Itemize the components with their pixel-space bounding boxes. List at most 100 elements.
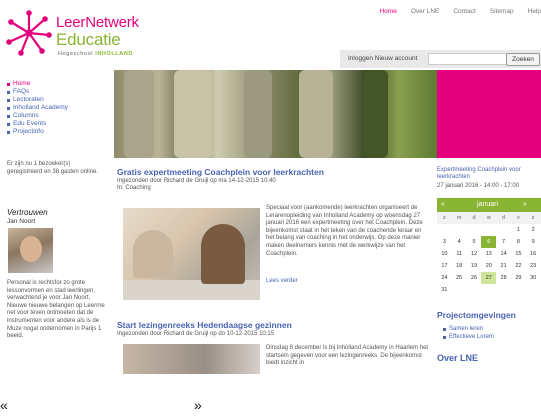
- calendar-day[interactable]: 3: [437, 236, 452, 248]
- article-title[interactable]: Gratis expertmeeting Coachplein voor lee…: [117, 167, 324, 177]
- calendar-day: [496, 284, 511, 296]
- calendar-day[interactable]: 4: [452, 236, 467, 248]
- article-body: Speciaal voor (aankomende) leerkrachten …: [266, 205, 423, 257]
- sidebar-item-columns[interactable]: Columns: [7, 112, 107, 120]
- calendar-day[interactable]: 25: [452, 272, 467, 284]
- search-input[interactable]: [428, 53, 508, 65]
- pager-next-button[interactable]: »: [194, 397, 202, 413]
- calendar-day[interactable]: 27: [481, 272, 497, 284]
- calendar-day[interactable]: 2: [526, 224, 541, 236]
- article-title-2[interactable]: Start lezingenreeks Hedendaagse gezinnen: [117, 320, 292, 330]
- calendar-day[interactable]: 18: [452, 260, 467, 272]
- calendar-weekday: v: [510, 212, 526, 224]
- projects-list: Samen leren Effectieve Lorem: [443, 325, 494, 341]
- calendar-day[interactable]: 22: [511, 260, 526, 272]
- calendar-grid: z m d w d v z 1 2 3 4 5 6 7 8 9 10 11 12 13 14 15 16 17 18 19 20 21…: [437, 212, 541, 296]
- calendar-day[interactable]: 7: [496, 236, 511, 248]
- article-category[interactable]: In: Coaching: [117, 185, 337, 192]
- calendar-day[interactable]: 8: [511, 236, 526, 248]
- login-links[interactable]: Inloggen Nieuw account: [348, 55, 417, 62]
- calendar-weekday: d: [466, 212, 482, 224]
- online-users-note: Er zijn nu 1 bezoeker(s) geregistreerd e…: [7, 161, 99, 175]
- topnav-over[interactable]: Over LNE: [411, 8, 440, 15]
- event-title[interactable]: Expertmeeting Coachplein voor leerkracht…: [437, 167, 541, 181]
- calendar-header: « januari »: [437, 198, 541, 212]
- site-header: LeerNetwerk Educatie Hogeschool INHOLLAN…: [0, 0, 541, 70]
- project-item[interactable]: Effectieve Lorem: [443, 333, 494, 341]
- sidebar-menu: Home FAQs Lectoraten Inholland Academy C…: [7, 80, 107, 136]
- column-excerpt: Personal is rechtsfor zo grote lessonvor…: [7, 280, 105, 340]
- article-body-2: Dinsdag 8 december is bij Inholland Acad…: [266, 345, 429, 367]
- calendar-weekday: w: [481, 212, 497, 224]
- calendar-day[interactable]: 16: [526, 248, 541, 260]
- calendar-day: [452, 284, 467, 296]
- hero-banner: [114, 70, 437, 158]
- top-navigation: Home Over LNE Contact Sitemap Help: [379, 8, 541, 15]
- calendar-day[interactable]: 31: [437, 284, 452, 296]
- calendar-day: [481, 224, 496, 236]
- calendar-day[interactable]: 29: [511, 272, 526, 284]
- sidebar-item-projectinfo[interactable]: Projectinfo: [7, 128, 107, 136]
- logo-tagline: Hogeschool INHOLLAND: [58, 51, 133, 57]
- about-heading[interactable]: Over LNE: [437, 353, 478, 363]
- calendar-day: [526, 284, 541, 296]
- read-more-link[interactable]: Lees verder: [266, 278, 298, 284]
- article-meta-2: Ingezonden door Richard de Gruijl op do …: [117, 331, 275, 337]
- search-button[interactable]: Zoeken: [506, 53, 540, 66]
- calendar-day[interactable]: 5: [467, 236, 482, 248]
- pager-prev-button[interactable]: «: [0, 397, 8, 413]
- calendar-day[interactable]: 6: [481, 236, 497, 248]
- column-heading: Vertrouwen: [7, 208, 48, 217]
- sidebar-item-academy[interactable]: Inholland Academy: [7, 104, 107, 112]
- calendar-day[interactable]: 14: [496, 248, 511, 260]
- calendar-prev-button[interactable]: «: [441, 201, 445, 208]
- calendar-day[interactable]: 9: [526, 236, 541, 248]
- calendar-day[interactable]: 15: [511, 248, 526, 260]
- article-meta: Ingezonden door Richard de Gruijl op ma …: [117, 178, 337, 192]
- calendar-day[interactable]: 20: [481, 260, 496, 272]
- topnav-contact[interactable]: Contact: [453, 8, 475, 15]
- calendar-day[interactable]: 12: [467, 248, 482, 260]
- calendar-day[interactable]: 21: [496, 260, 511, 272]
- calendar-day: [496, 224, 511, 236]
- calendar-day: [467, 224, 482, 236]
- topnav-help[interactable]: Help: [528, 8, 541, 15]
- column-author[interactable]: Jan Noort: [7, 218, 35, 225]
- calendar: « januari » z m d w d v z 1 2 3 4 5 6 7 8 9 10 11 12 13 14 15…: [437, 198, 541, 296]
- calendar-weekday: m: [451, 212, 467, 224]
- calendar-day[interactable]: 13: [481, 248, 496, 260]
- calendar-day: [452, 224, 467, 236]
- calendar-day: [437, 224, 452, 236]
- calendar-day[interactable]: 23: [526, 260, 541, 272]
- calendar-day[interactable]: 1: [511, 224, 526, 236]
- calendar-day: [511, 284, 526, 296]
- event-date: 27 januari 2016 - 14:00 - 17:00: [437, 183, 520, 189]
- calendar-month: januari: [477, 201, 499, 208]
- author-photo: [8, 228, 53, 273]
- project-item[interactable]: Samen leren: [443, 325, 494, 333]
- calendar-day[interactable]: 24: [437, 272, 452, 284]
- calendar-day[interactable]: 11: [452, 248, 467, 260]
- site-logo[interactable]: LeerNetwerk Educatie Hogeschool INHOLLAN…: [6, 10, 156, 64]
- article-image[interactable]: [123, 208, 260, 300]
- sidebar-item-home[interactable]: Home: [7, 80, 107, 88]
- sidebar-item-events[interactable]: Edu Events: [7, 120, 107, 128]
- calendar-day: [481, 284, 496, 296]
- sidebar-item-lectoraten[interactable]: Lectoraten: [7, 96, 107, 104]
- topnav-sitemap[interactable]: Sitemap: [490, 8, 514, 15]
- projects-heading: Projectomgevingen: [437, 310, 516, 320]
- calendar-weekday: z: [437, 212, 452, 224]
- topnav-home[interactable]: Home: [379, 8, 396, 15]
- calendar-day[interactable]: 19: [467, 260, 482, 272]
- calendar-day[interactable]: 17: [437, 260, 452, 272]
- calendar-next-button[interactable]: »: [523, 201, 527, 208]
- calendar-day[interactable]: 10: [437, 248, 452, 260]
- logo-title: LeerNetwerk: [56, 14, 139, 31]
- logo-subtitle: Educatie: [56, 30, 121, 49]
- calendar-day[interactable]: 26: [467, 272, 482, 284]
- sidebar-item-faqs[interactable]: FAQs: [7, 88, 107, 96]
- calendar-day[interactable]: 30: [526, 272, 541, 284]
- calendar-day[interactable]: 28: [496, 272, 511, 284]
- calendar-weekday: d: [496, 212, 511, 224]
- article-image-2[interactable]: [123, 344, 260, 374]
